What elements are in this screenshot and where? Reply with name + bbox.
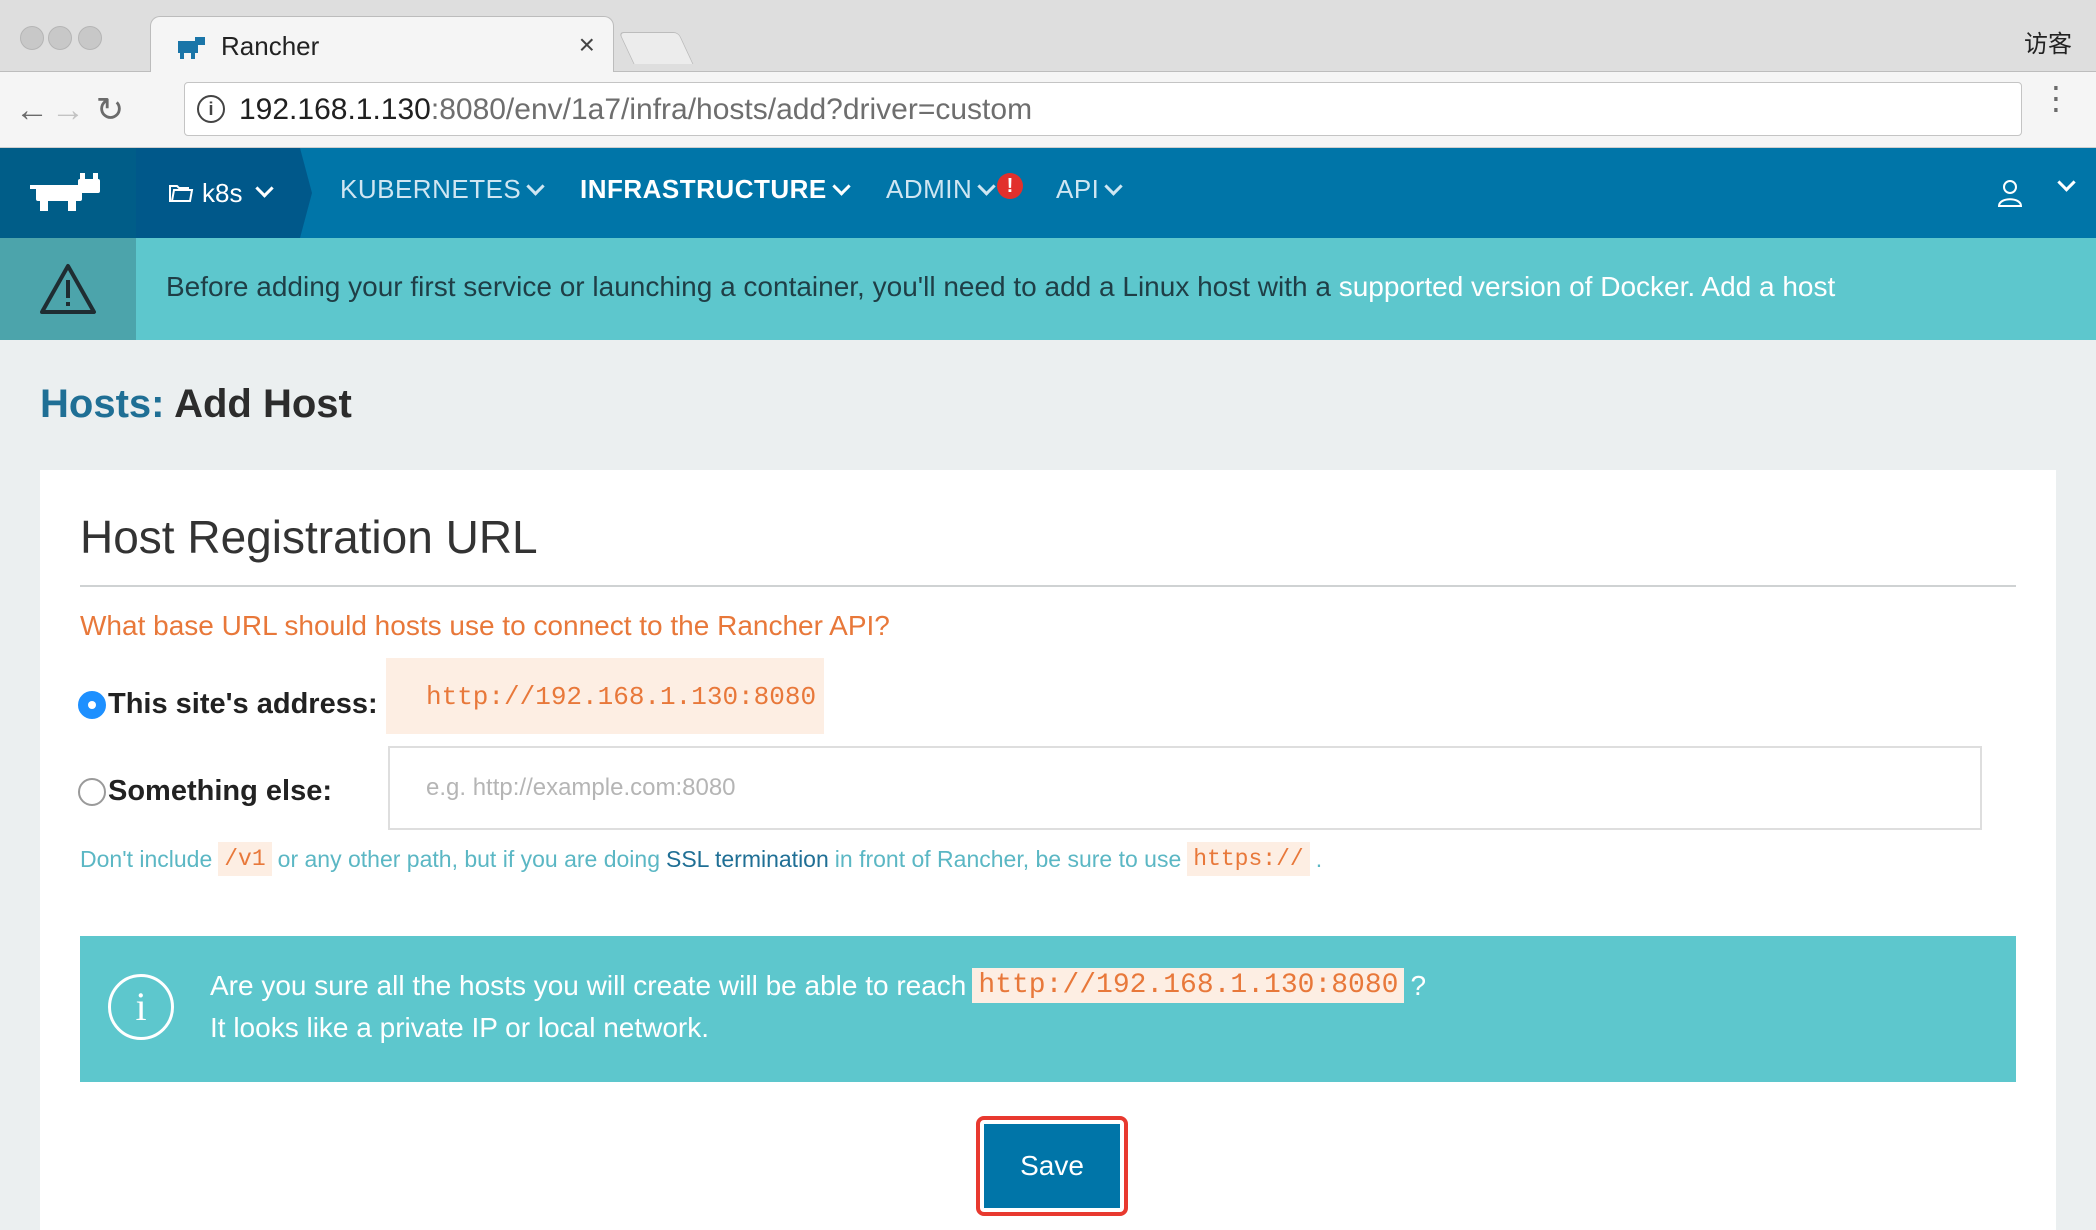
banner-message-text: Before adding your first service or laun… [166,271,1331,302]
warning-triangle-icon [40,264,96,314]
page-title-text: Add Host [174,382,352,426]
url-host: 192.168.1.130 [239,93,431,126]
no-host-warning-banner: Before adding your first service or laun… [0,238,2096,340]
chevron-down-icon [832,177,851,196]
chevron-down-icon [526,177,545,196]
tab-close-icon[interactable]: × [579,29,595,61]
hint-code-v1: /v1 [218,842,272,876]
back-arrow-icon[interactable]: ← [12,90,52,130]
window-close-control[interactable] [20,26,44,50]
save-button[interactable]: Save [984,1124,1120,1208]
environment-switcher[interactable]: k8s [136,148,300,238]
nav-infrastructure[interactable]: INFRASTRUCTURE [580,174,851,205]
info-line-1: Are you sure all the hosts you will crea… [210,968,1426,1003]
url-path: :8080/env/1a7/infra/hosts/add?driver=cus… [430,93,1033,126]
forward-arrow-icon[interactable]: → [48,90,88,130]
rancher-logo[interactable] [0,148,136,238]
guest-profile-label[interactable]: 访客 [2024,24,2072,59]
breadcrumb-hosts[interactable]: Hosts: [40,382,164,426]
user-icon[interactable] [1996,178,2024,208]
site-address-label: This site's address: [108,688,378,720]
banner-message: Before adding your first service or laun… [166,271,1835,303]
nav-admin[interactable]: ADMIN [886,174,996,205]
base-url-question: What base URL should hosts use to connec… [80,610,890,641]
rancher-favicon-icon [178,37,205,59]
environment-divider [300,148,312,238]
url-hint: Don't include /v1 or any other path, but… [80,842,1322,876]
chevron-down-icon [977,177,996,196]
ssl-termination-link[interactable]: SSL termination [666,846,829,873]
app-header: k8s KUBERNETES INFRASTRUCTURE ADMIN ! AP… [0,148,2096,238]
site-address-radio[interactable] [78,690,106,719]
option-site-address[interactable]: This site's address: [78,688,378,721]
admin-alert-badge: ! [997,173,1023,199]
hint-text-4: . [1315,845,1323,872]
hint-code-https: https:// [1187,842,1310,876]
browser-tab-bar: Rancher × 访客 [0,0,2096,73]
hint-text-2: or any other path, but if you are doing [277,845,660,872]
warning-icon-box [0,238,136,340]
address-url[interactable]: 192.168.1.130:8080/env/1a7/infra/hosts/a… [239,93,1032,127]
site-address-value: http://192.168.1.130:8080 [386,658,824,734]
supported-docker-link[interactable]: supported version of Docker. [1339,271,1695,302]
reload-icon[interactable]: ↻ [90,90,130,130]
nav-api[interactable]: API [1056,174,1124,205]
something-else-label: Something else: [108,775,332,807]
window-zoom-control[interactable] [78,26,102,50]
page-title: Hosts: Add Host [40,382,352,427]
info-icon: i [108,974,174,1040]
registration-card: Host Registration URL What base URL shou… [40,470,2056,1230]
nav-kubernetes-label: KUBERNETES [340,174,522,204]
custom-url-input[interactable] [388,746,1982,830]
option-something-else[interactable]: Something else: [78,775,332,808]
section-heading: Host Registration URL [80,511,538,563]
nav-kubernetes[interactable]: KUBERNETES [340,174,545,205]
nav-admin-label: ADMIN [886,174,973,204]
private-ip-info-panel: i Are you sure all the hosts you will cr… [80,936,2016,1082]
new-tab-button[interactable] [618,32,694,64]
info-url-code: http://192.168.1.130:8080 [972,968,1405,1003]
nav-infrastructure-label: INFRASTRUCTURE [580,174,827,204]
folder-icon [169,185,194,202]
chevron-down-icon [255,178,275,198]
tab-title: Rancher [221,31,320,61]
window-minimize-control[interactable] [48,26,72,50]
site-info-icon[interactable]: i [197,95,225,123]
rancher-cow-icon [30,173,100,211]
info-line-1-text: Are you sure all the hosts you will crea… [210,969,967,1001]
section-divider [80,585,2016,587]
chevron-down-icon [1104,177,1124,196]
hint-text-3: in front of Rancher, be sure to use [834,845,1182,872]
add-host-link[interactable]: Add a host [1701,271,1835,302]
user-menu-chevron-icon[interactable] [2057,173,2076,192]
something-else-radio[interactable] [78,777,106,806]
nav-api-label: API [1056,174,1100,204]
address-bar[interactable]: i 192.168.1.130:8080/env/1a7/infra/hosts… [184,82,2022,136]
browser-tab-rancher[interactable]: Rancher × [150,16,614,73]
browser-toolbar: ← → ↻ i 192.168.1.130:8080/env/1a7/infra… [0,72,2096,148]
environment-name: k8s [202,177,243,208]
hint-text-1: Don't include [80,845,213,872]
info-line-2: It looks like a private IP or local netw… [210,1012,710,1043]
info-line-1-suffix: ? [1410,969,1427,1001]
browser-menu-icon[interactable]: ⋮ [2040,82,2072,114]
